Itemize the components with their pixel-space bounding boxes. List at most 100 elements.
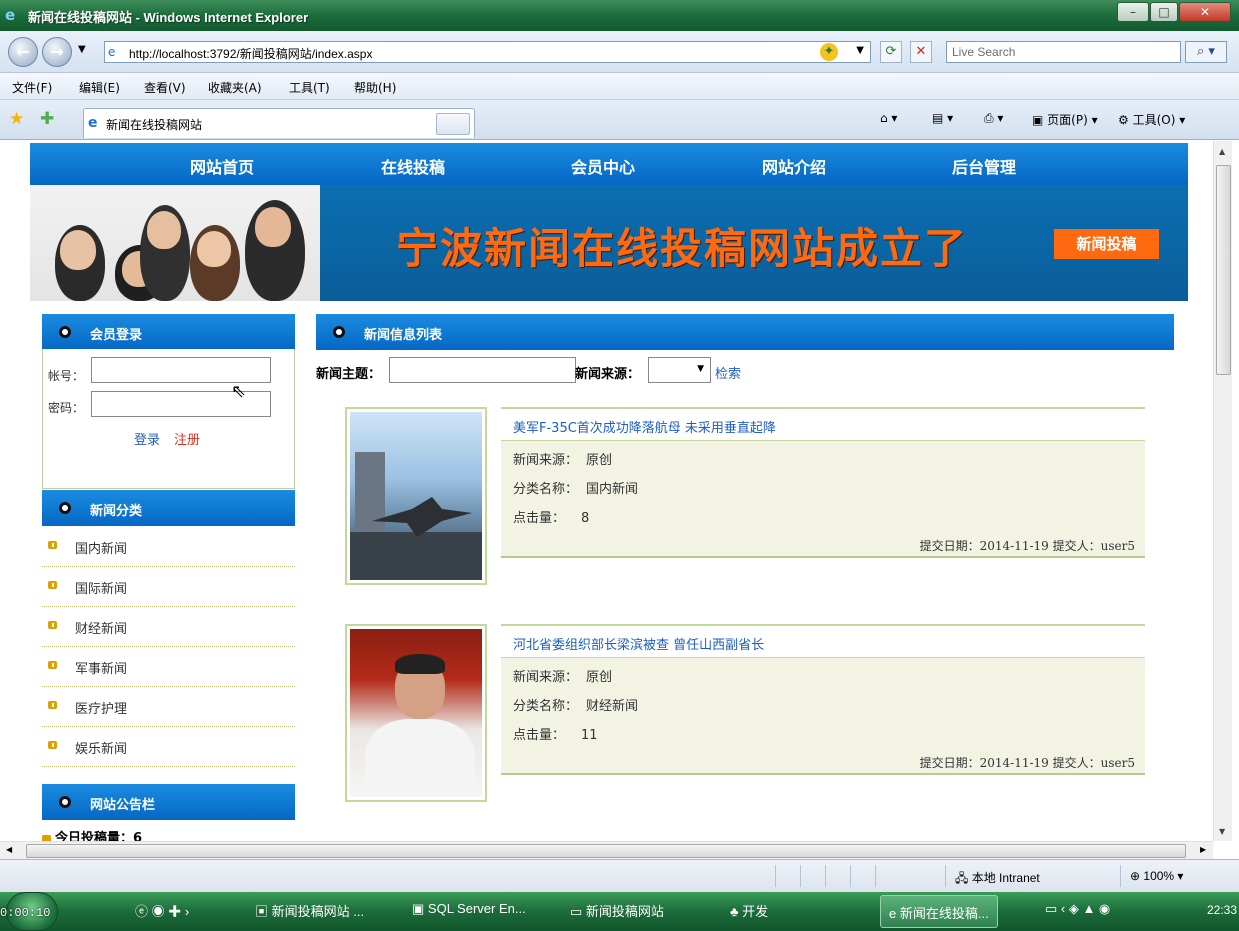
feeds-icon[interactable]: ▤ ▾ xyxy=(932,111,953,125)
source-select[interactable] xyxy=(648,357,711,383)
category-panel-title: 新闻分类 xyxy=(90,504,143,519)
nav-about[interactable]: 网站介绍 xyxy=(762,154,826,178)
new-tab-button[interactable] xyxy=(436,113,470,135)
home-icon[interactable]: ⌂ ▾ xyxy=(880,111,897,125)
topic-input[interactable] xyxy=(389,357,576,383)
bullet-icon xyxy=(59,326,71,338)
history-dropdown-icon[interactable]: ▼ xyxy=(78,44,86,55)
tools-menu-label: 工具(O) xyxy=(1132,113,1176,127)
minimize-button[interactable]: – xyxy=(1117,2,1149,22)
task-sqlserver[interactable]: ▣ SQL Server En... xyxy=(412,901,526,917)
security-zone[interactable]: 🖧 本地 Intranet xyxy=(955,869,1040,890)
source-label: 新闻来源： xyxy=(575,367,641,382)
category-item[interactable]: 军事新闻 xyxy=(42,647,295,687)
news-title-link[interactable]: 美军F-35C首次成功降落航母 未采用垂直起降 xyxy=(513,417,776,436)
page-icon: e xyxy=(108,45,116,59)
forward-button[interactable]: → xyxy=(42,37,72,67)
news-panel-header: 新闻信息列表 xyxy=(316,314,1174,350)
search-button[interactable]: ⌕ ▾ xyxy=(1185,41,1227,63)
menu-tools[interactable]: 工具(T) xyxy=(289,79,330,96)
address-bar[interactable]: e http://localhost:3792/新闻投稿网站/index.asp… xyxy=(104,41,871,63)
page-menu-label: 页面(P) xyxy=(1047,113,1088,127)
news-hits-value: 8 xyxy=(581,511,590,526)
menu-edit[interactable]: 编辑(E) xyxy=(79,79,120,96)
scroll-left-icon[interactable]: ◀ xyxy=(6,845,12,854)
task-label: 新闻在线投稿... xyxy=(899,906,989,921)
address-dropdown-icon[interactable]: ▼ xyxy=(856,45,864,56)
category-item[interactable]: 国际新闻 xyxy=(42,567,295,607)
jet-photo xyxy=(350,412,482,580)
address-toolbar: ← → ▼ e http://localhost:3792/新闻投稿网站/ind… xyxy=(0,31,1239,73)
task-ie-active[interactable]: e 新闻在线投稿... xyxy=(880,895,998,928)
quicklaunch-icons[interactable]: ⓔ ◉ ✚ › xyxy=(135,901,189,920)
menu-help[interactable]: 帮助(H) xyxy=(354,79,396,96)
login-panel-title: 会员登录 xyxy=(90,328,143,343)
menu-file[interactable]: 文件(F) xyxy=(12,79,52,96)
banner-submit-button[interactable]: 新闻投稿 xyxy=(1054,229,1159,259)
close-button[interactable]: ✕ xyxy=(1179,2,1231,22)
task-label: 开发 xyxy=(742,904,769,919)
recording-timer: 0:00:10 xyxy=(0,906,51,920)
compatibility-icon[interactable]: ✦ xyxy=(820,43,838,61)
maximize-button[interactable]: □ xyxy=(1150,2,1178,22)
notice-item: 今日投稿量：6 xyxy=(42,827,142,841)
scroll-up-icon[interactable]: ▲ xyxy=(1219,147,1225,156)
news-hits-row: 点击量： 8 xyxy=(513,507,589,526)
notice-text: 今日投稿量：6 xyxy=(55,831,143,841)
scroll-down-icon[interactable]: ▼ xyxy=(1219,827,1225,836)
vertical-scrollbar[interactable]: ▲ ▼ xyxy=(1213,141,1232,841)
tab-active[interactable]: e 新闻在线投稿网站 xyxy=(83,108,475,138)
task-label: 新闻投稿网站 ... xyxy=(271,904,365,919)
task-project[interactable]: ▣ 新闻投稿网站 ... xyxy=(255,901,364,920)
add-favorite-icon[interactable]: ✚ xyxy=(40,109,54,129)
news-item: 美军F-35C首次成功降落航母 未采用垂直起降 新闻来源： 原创 分类名称： 国内新… xyxy=(345,407,1145,585)
horizontal-scrollbar[interactable]: ◀ ▶ xyxy=(0,841,1213,859)
category-item[interactable]: 国内新闻 xyxy=(42,527,295,567)
category-list: 国内新闻 国际新闻 财经新闻 军事新闻 医疗护理 娱乐新闻 xyxy=(42,527,295,767)
search-input[interactable]: Live Search xyxy=(946,41,1181,63)
category-item[interactable]: 娱乐新闻 xyxy=(42,727,295,767)
task-folder[interactable]: ▭ 新闻投稿网站 xyxy=(570,901,664,920)
search-link[interactable]: 检索 xyxy=(715,363,741,382)
nav-admin[interactable]: 后台管理 xyxy=(952,154,1016,178)
nav-home[interactable]: 网站首页 xyxy=(190,154,254,178)
vertical-scroll-thumb[interactable] xyxy=(1216,165,1231,375)
refresh-button[interactable]: ⟳ xyxy=(880,41,902,63)
news-panel-title: 新闻信息列表 xyxy=(364,328,443,343)
banner-headline: 宁波新闻在线投稿网站成立了 xyxy=(396,224,969,273)
favorites-star-icon[interactable]: ★ xyxy=(9,109,24,129)
category-panel-header: 新闻分类 xyxy=(42,490,295,526)
task-dev[interactable]: ♣ 开发 xyxy=(730,901,768,920)
news-thumbnail[interactable] xyxy=(345,624,487,802)
status-bar: 🖧 本地 Intranet ⊕ 100% ▾ xyxy=(0,859,1239,892)
window-titlebar: e 新闻在线投稿网站 - Windows Internet Explorer –… xyxy=(0,0,1239,31)
news-thumbnail[interactable] xyxy=(345,407,487,585)
category-item[interactable]: 财经新闻 xyxy=(42,607,295,647)
zoom-level[interactable]: ⊕ 100% ▾ xyxy=(1130,869,1183,883)
tools-menu[interactable]: ⚙ 工具(O) ▾ xyxy=(1118,111,1185,128)
menu-favorites[interactable]: 收藏夹(A) xyxy=(208,79,262,96)
scroll-right-icon[interactable]: ▶ xyxy=(1200,845,1206,854)
tab-bar: ★ ✚ e 新闻在线投稿网站 ⌂ ▾ ▤ ▾ ⎙ ▾ ▣ 页面(P) ▾ ⚙ 工… xyxy=(0,100,1239,140)
account-input[interactable] xyxy=(91,357,271,383)
taskbar: 0:00:10 ⓔ ◉ ✚ › ▣ 新闻投稿网站 ... ▣ SQL Serve… xyxy=(0,892,1239,931)
nav-member[interactable]: 会员中心 xyxy=(571,154,635,178)
horizontal-scroll-thumb[interactable] xyxy=(26,844,1186,858)
category-label: 军事新闻 xyxy=(75,662,128,677)
category-item[interactable]: 医疗护理 xyxy=(42,687,295,727)
news-category-label: 分类名称： xyxy=(513,699,579,714)
register-link[interactable]: 注册 xyxy=(174,429,200,448)
page-menu[interactable]: ▣ 页面(P) ▾ xyxy=(1032,111,1098,128)
stop-button[interactable]: ✕ xyxy=(910,41,932,63)
nav-submit[interactable]: 在线投稿 xyxy=(381,154,445,178)
back-button[interactable]: ← xyxy=(8,37,38,67)
news-title-link[interactable]: 河北省委组织部长梁滨被查 曾任山西副省长 xyxy=(513,634,764,653)
news-hits-row: 点击量： 11 xyxy=(513,724,598,743)
category-label: 娱乐新闻 xyxy=(75,742,128,757)
login-link[interactable]: 登录 xyxy=(134,429,160,448)
print-icon[interactable]: ⎙ ▾ xyxy=(984,111,1003,126)
tray-icons[interactable]: ▭ ‹ ◈ ▲ ◉ xyxy=(1045,901,1110,917)
menu-view[interactable]: 查看(V) xyxy=(144,79,186,96)
notice-panel-title: 网站公告栏 xyxy=(90,798,156,813)
list-bullet-icon xyxy=(48,741,57,749)
